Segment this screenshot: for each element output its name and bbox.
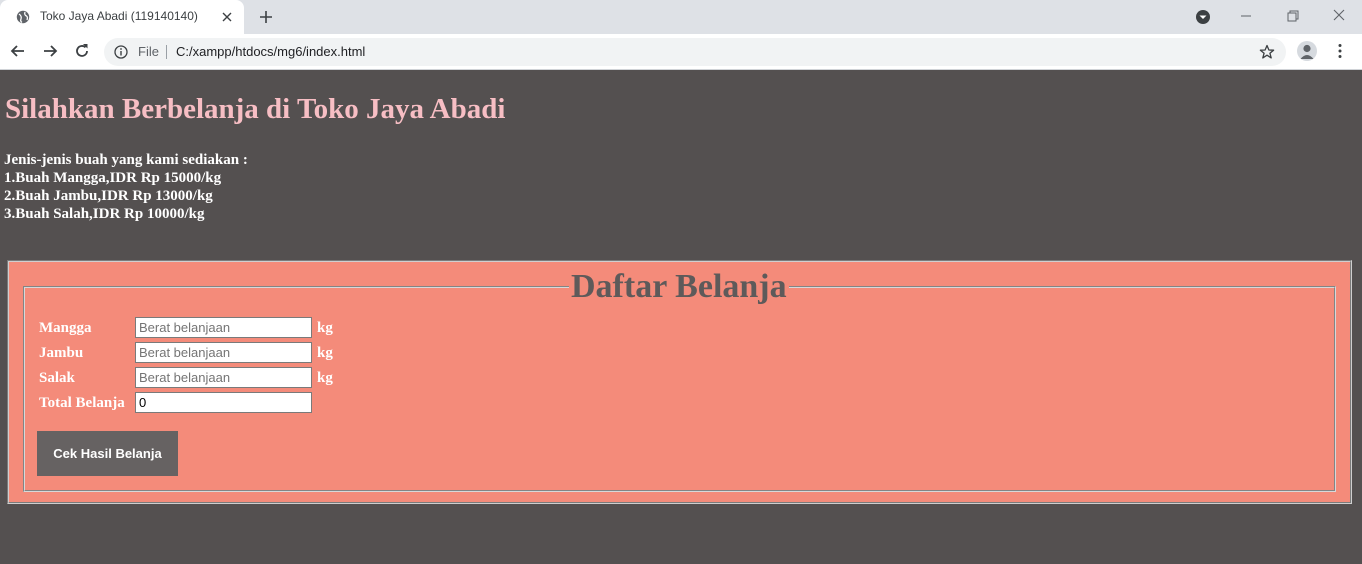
menu-dots-icon[interactable] <box>1331 42 1349 60</box>
url-text[interactable]: C:/xampp/htdocs/mg6/index.html <box>176 44 365 59</box>
address-scheme-label: File <box>138 44 159 59</box>
info-icon[interactable] <box>114 45 128 59</box>
restore-icon[interactable] <box>1285 8 1301 24</box>
mangga-unit: kg <box>317 320 333 336</box>
fruit-item-jambu: 2.Buah Jambu,IDR Rp 13000/kg <box>4 188 213 204</box>
new-tab-icon[interactable] <box>258 9 274 25</box>
address-separator <box>166 45 167 59</box>
salak-unit: kg <box>317 370 333 386</box>
shopping-fieldset: Daftar Belanja Mangga kg Jambu kg Salak … <box>23 268 1336 492</box>
address-bar[interactable]: File C:/xampp/htdocs/mg6/index.html <box>104 38 1286 66</box>
browser-tab-strip: Toko Jaya Abadi (119140140) <box>0 0 1362 34</box>
mangga-label: Mangga <box>39 320 92 336</box>
tab-search-icon[interactable] <box>1195 9 1211 25</box>
total-field[interactable] <box>135 392 312 413</box>
window-close-icon[interactable] <box>1331 7 1347 23</box>
page-content: Silahkan Berbelanja di Toko Jaya Abadi J… <box>0 71 1362 564</box>
jambu-unit: kg <box>317 345 333 361</box>
minimize-icon[interactable] <box>1238 8 1254 24</box>
fruit-item-mangga: 1.Buah Mangga,IDR Rp 15000/kg <box>4 170 222 186</box>
page-title: Silahkan Berbelanja di Toko Jaya Abadi <box>5 93 506 125</box>
total-label: Total Belanja <box>39 395 125 411</box>
browser-tab[interactable]: Toko Jaya Abadi (119140140) <box>0 0 244 34</box>
profile-avatar-icon[interactable] <box>1297 41 1317 61</box>
check-result-button[interactable]: Cek Hasil Belanja <box>37 431 178 476</box>
tab-title: Toko Jaya Abadi (119140140) <box>40 9 198 23</box>
back-arrow-icon[interactable] <box>9 42 27 60</box>
salak-weight-input[interactable] <box>135 367 312 388</box>
close-icon[interactable] <box>220 10 234 24</box>
bookmark-star-icon[interactable] <box>1259 44 1275 60</box>
fruit-intro: Jenis-jenis buah yang kami sediakan : <box>4 152 248 168</box>
jambu-label: Jambu <box>39 345 84 361</box>
fruit-item-salak: 3.Buah Salah,IDR Rp 10000/kg <box>4 206 205 222</box>
jambu-weight-input[interactable] <box>135 342 312 363</box>
salak-label: Salak <box>39 370 75 386</box>
fieldset-legend: Daftar Belanja <box>569 268 789 306</box>
mangga-weight-input[interactable] <box>135 317 312 338</box>
reload-icon[interactable] <box>73 42 91 60</box>
globe-icon <box>16 10 30 24</box>
shopping-form-container: Daftar Belanja Mangga kg Jambu kg Salak … <box>7 260 1352 504</box>
browser-toolbar: File C:/xampp/htdocs/mg6/index.html <box>0 34 1362 70</box>
fruit-info: Jenis-jenis buah yang kami sediakan : 1.… <box>4 151 248 223</box>
forward-arrow-icon[interactable] <box>41 42 59 60</box>
